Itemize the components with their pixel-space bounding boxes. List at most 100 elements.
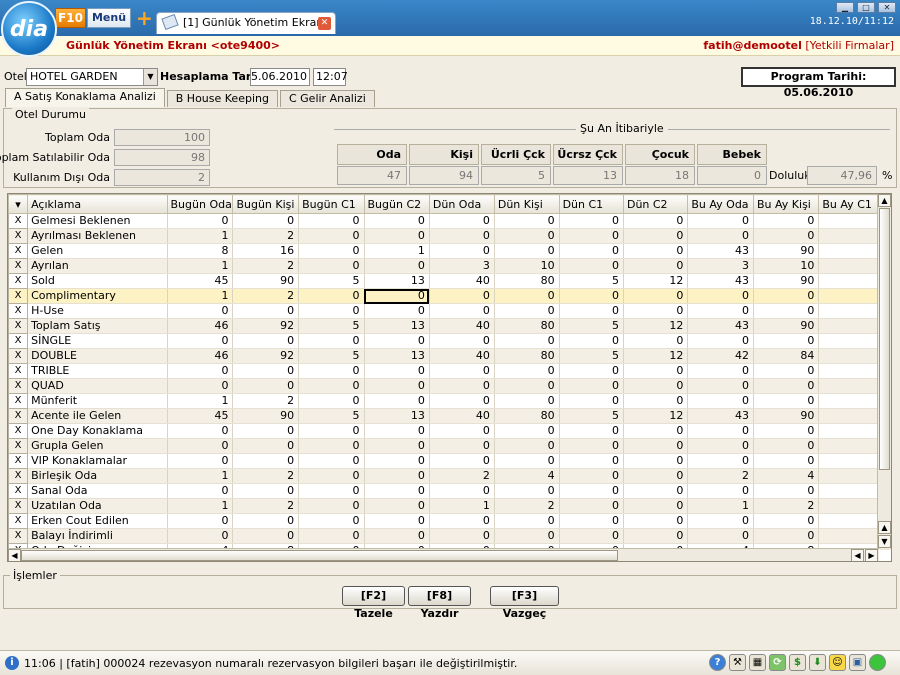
- table-cell[interactable]: 2: [429, 468, 495, 484]
- table-cell[interactable]: 0: [753, 378, 820, 394]
- table-cell[interactable]: 0: [623, 528, 689, 544]
- table-cell[interactable]: 0: [623, 228, 689, 244]
- scroll-thumb[interactable]: [21, 550, 618, 561]
- table-cell[interactable]: 80: [494, 273, 560, 289]
- table-cell[interactable]: 90: [753, 408, 820, 424]
- table-cell[interactable]: 0: [429, 483, 495, 499]
- table-cell[interactable]: 0: [687, 213, 754, 229]
- table-cell[interactable]: [818, 213, 879, 229]
- table-cell[interactable]: 3: [687, 258, 754, 274]
- table-cell[interactable]: 0: [623, 468, 689, 484]
- table-cell[interactable]: 0: [559, 363, 624, 379]
- table-cell[interactable]: [818, 243, 879, 259]
- row-mark[interactable]: X: [8, 378, 29, 394]
- table-row[interactable]: X TRIBLE 0 0 0 0 0 0 0 0 0 0: [8, 363, 879, 379]
- table-cell[interactable]: 0: [687, 228, 754, 244]
- table-cell[interactable]: 0: [753, 228, 820, 244]
- table-cell[interactable]: 0: [753, 513, 820, 529]
- table-cell[interactable]: 0: [494, 288, 560, 304]
- table-cell[interactable]: 4: [753, 468, 820, 484]
- table-cell[interactable]: 0: [364, 528, 430, 544]
- table-cell[interactable]: 0: [687, 393, 754, 409]
- table-cell[interactable]: 0: [623, 498, 689, 514]
- row-mark[interactable]: X: [8, 468, 29, 484]
- table-cell[interactable]: 0: [167, 333, 234, 349]
- table-cell[interactable]: 0: [364, 483, 430, 499]
- table-row[interactable]: X H-Use 0 0 0 0 0 0 0 0 0 0: [8, 303, 879, 319]
- table-cell[interactable]: 0: [623, 258, 689, 274]
- table-cell[interactable]: 0: [753, 423, 820, 439]
- table-cell[interactable]: 0: [494, 363, 560, 379]
- table-cell[interactable]: 0: [232, 303, 300, 319]
- row-mark[interactable]: X: [8, 483, 29, 499]
- table-cell[interactable]: 5: [559, 318, 624, 334]
- scroll-right-icon[interactable]: ▶: [865, 549, 878, 561]
- sync-icon[interactable]: ⟳: [769, 654, 786, 671]
- table-cell[interactable]: 16: [232, 243, 300, 259]
- table-cell[interactable]: 0: [494, 303, 560, 319]
- table-cell[interactable]: 0: [559, 483, 624, 499]
- table-cell[interactable]: [818, 468, 879, 484]
- table-cell[interactable]: 10: [753, 258, 820, 274]
- table-cell[interactable]: 0: [623, 393, 689, 409]
- table-cell[interactable]: 1: [167, 288, 234, 304]
- scroll-down-icon[interactable]: ▼: [878, 535, 891, 548]
- table-cell[interactable]: 0: [167, 513, 234, 529]
- table-cell[interactable]: 43: [687, 408, 754, 424]
- table-cell[interactable]: 0: [298, 498, 365, 514]
- table-cell[interactable]: 0: [232, 423, 300, 439]
- table-cell[interactable]: 0: [623, 423, 689, 439]
- table-row[interactable]: X Erken Cout Edilen 0 0 0 0 0 0 0 0 0 0: [8, 513, 879, 529]
- table-cell[interactable]: 0: [623, 453, 689, 469]
- table-cell[interactable]: 46: [167, 348, 234, 364]
- table-cell[interactable]: 0: [687, 378, 754, 394]
- table-cell[interactable]: 0: [364, 423, 430, 439]
- table-row[interactable]: X Uzatılan Oda 1 2 0 0 1 2 0 0 1 2: [8, 498, 879, 514]
- table-cell[interactable]: 2: [232, 228, 300, 244]
- table-cell[interactable]: 0: [494, 453, 560, 469]
- table-cell[interactable]: 1: [687, 498, 754, 514]
- table-cell[interactable]: 0: [364, 453, 430, 469]
- table-cell[interactable]: 0: [559, 378, 624, 394]
- table-cell[interactable]: 42: [687, 348, 754, 364]
- close-icon[interactable]: ✕: [878, 2, 896, 13]
- table-cell[interactable]: 1: [364, 243, 430, 259]
- table-cell[interactable]: [818, 363, 879, 379]
- table-cell[interactable]: [818, 498, 879, 514]
- table-cell[interactable]: [818, 273, 879, 289]
- smiley-icon[interactable]: ☺: [829, 654, 846, 671]
- table-cell[interactable]: 0: [167, 378, 234, 394]
- table-cell[interactable]: 0: [232, 378, 300, 394]
- table-cell[interactable]: 0: [687, 453, 754, 469]
- table-row[interactable]: X Ayrılması Beklenen 1 2 0 0 0 0 0 0 0 0: [8, 228, 879, 244]
- table-cell[interactable]: 0: [687, 423, 754, 439]
- table-cell[interactable]: 0: [429, 513, 495, 529]
- print-button[interactable]: [F8] Yazdır: [408, 586, 471, 620]
- cancel-button[interactable]: [F3] Vazgeç: [490, 586, 559, 620]
- table-cell[interactable]: 0: [494, 243, 560, 259]
- table-cell[interactable]: 5: [559, 348, 624, 364]
- tab-gelir-analizi[interactable]: C Gelir Analizi: [279, 90, 375, 107]
- table-cell[interactable]: 0: [232, 363, 300, 379]
- table-cell[interactable]: 90: [232, 408, 300, 424]
- table-cell[interactable]: 1: [167, 498, 234, 514]
- table-cell[interactable]: 0: [232, 333, 300, 349]
- table-cell[interactable]: 0: [429, 333, 495, 349]
- table-row[interactable]: X Gelmesi Beklenen 0 0 0 0 0 0 0 0 0 0: [8, 213, 879, 229]
- table-cell[interactable]: [818, 423, 879, 439]
- table-cell[interactable]: 0: [298, 528, 365, 544]
- table-cell[interactable]: 2: [232, 288, 300, 304]
- table-cell[interactable]: 0: [559, 513, 624, 529]
- table-row[interactable]: X Complimentary 1 2 0 0 0 0 0 0 0 0: [8, 288, 879, 304]
- row-mark[interactable]: X: [8, 528, 29, 544]
- table-cell[interactable]: 0: [559, 453, 624, 469]
- table-cell[interactable]: 0: [494, 483, 560, 499]
- table-cell[interactable]: 0: [687, 288, 754, 304]
- maximize-icon[interactable]: □: [857, 2, 875, 13]
- firm-link[interactable]: [Yetkili Firmalar]: [805, 39, 894, 52]
- column-header[interactable]: Bugün C1: [298, 194, 365, 214]
- column-header[interactable]: Bugün Kişi: [232, 194, 300, 214]
- table-cell[interactable]: 90: [232, 273, 300, 289]
- table-cell[interactable]: 0: [623, 303, 689, 319]
- table-cell[interactable]: 80: [494, 408, 560, 424]
